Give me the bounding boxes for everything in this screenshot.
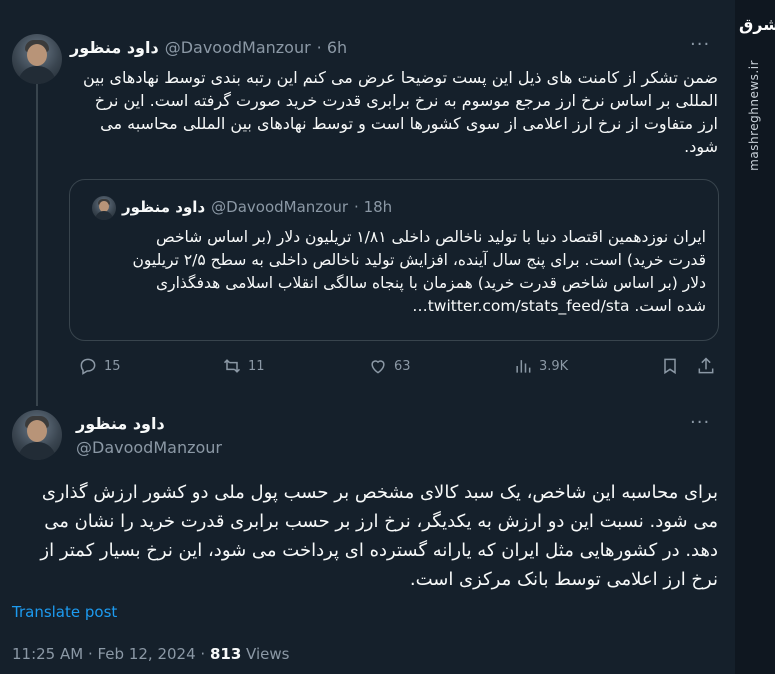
author-handle[interactable]: @DavoodManzour <box>165 38 311 57</box>
avatar[interactable] <box>12 34 62 84</box>
retweet-button[interactable]: 11 <box>222 356 265 376</box>
views-button[interactable]: 3.9K <box>513 356 568 376</box>
avatar-focused[interactable] <box>12 410 62 460</box>
analytics-icon <box>516 360 531 373</box>
quoted-tweet-text: ایران نوزدهمین اقتصاد دنیا با تولید ناخا… <box>132 228 707 315</box>
focused-author-handle[interactable]: @DavoodManzour <box>76 438 222 457</box>
like-button[interactable]: 63 <box>368 356 411 376</box>
bookmark-button[interactable] <box>660 356 680 376</box>
focused-author-name[interactable]: داود منظور <box>76 414 165 433</box>
reply-count: 15 <box>104 358 121 374</box>
quoted-post-time: · 18h <box>354 198 393 216</box>
focused-tweet-text: برای محاسبه این شاخص، یک سبد کالای مشخص … <box>40 482 718 590</box>
bookmark-icon <box>664 358 676 375</box>
retweet-icon <box>223 359 241 373</box>
share-icon <box>698 357 714 374</box>
post-timestamp[interactable]: 11:25 AM · Feb 12, 2024 · <box>12 645 205 663</box>
watermark-bar: مشرق mashreghnews.ir <box>735 0 775 674</box>
more-options-icon[interactable]: ··· <box>690 34 710 55</box>
reply-icon <box>80 358 96 375</box>
focused-more-options-icon[interactable]: ··· <box>690 412 710 433</box>
share-button[interactable] <box>696 356 716 376</box>
quoted-avatar <box>92 196 116 220</box>
post-time[interactable]: · 6h <box>317 38 348 57</box>
action-bar: 15 11 63 3.9K <box>70 356 720 382</box>
views-count: 3.9K <box>539 358 569 374</box>
tweet1-header: داود منظور @DavoodManzour · 6h <box>70 38 347 57</box>
heart-icon <box>371 360 385 374</box>
author-name[interactable]: داود منظور <box>70 38 159 57</box>
retweet-count: 11 <box>248 358 265 374</box>
reply-button[interactable]: 15 <box>78 356 121 376</box>
like-count: 63 <box>394 358 411 374</box>
translate-post-link[interactable]: Translate post <box>12 603 117 621</box>
watermark-logo: مشرق <box>739 15 775 34</box>
views-label: Views <box>246 645 290 663</box>
view-count: 813 <box>209 645 242 663</box>
quoted-author-handle: @DavoodManzour <box>211 198 349 216</box>
tweet-text: ضمن تشکر از کامنت های ذیل این پست توضیحا… <box>82 68 718 156</box>
quoted-author-name: داود منظور <box>122 198 206 216</box>
watermark-site: mashreghnews.ir <box>747 60 761 171</box>
thread-connector-line <box>36 66 38 406</box>
post-meta: 11:25 AM · Feb 12, 2024 · 813 Views <box>12 645 289 663</box>
quoted-header: داود منظور @DavoodManzour · 18h <box>122 198 392 216</box>
